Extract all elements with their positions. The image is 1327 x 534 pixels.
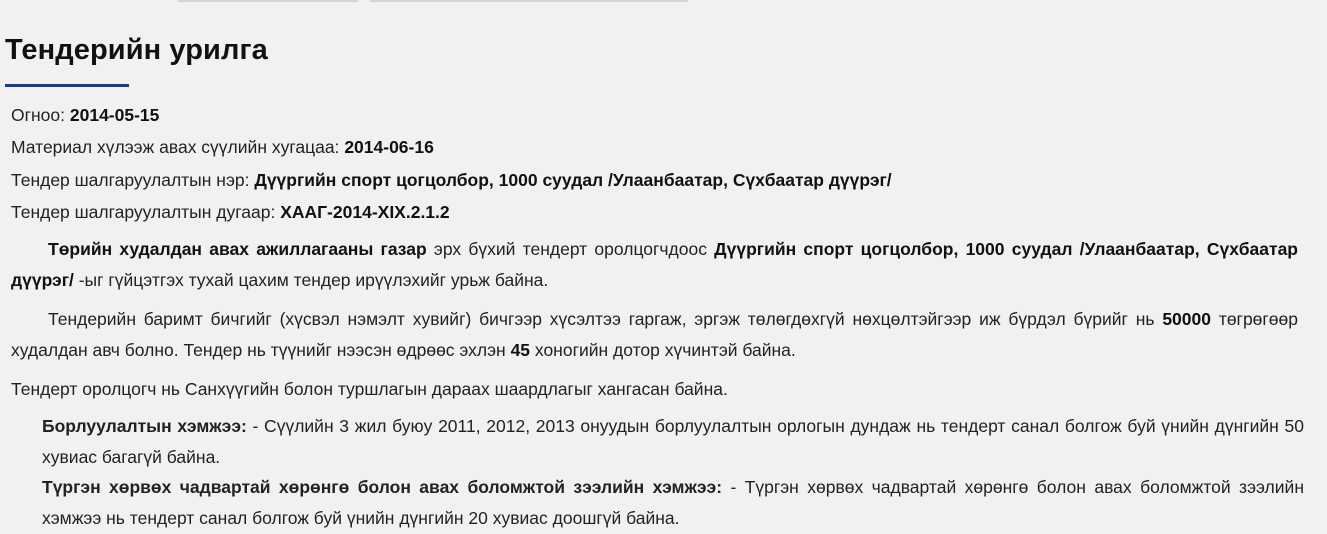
page-title: Тендерийн урилга xyxy=(5,34,268,66)
invitation-paragraph: Төрийн худалдан авах ажиллагааны газар э… xyxy=(11,234,1298,296)
meta-tender-number-label: Тендер шалгаруулалтын дугаар: xyxy=(11,202,276,222)
invitation-text: эрх бүхий тендерт оролцогчдоос xyxy=(426,239,715,259)
invitation-text-end: -ыг гүйцэтгэх тухай цахим тендер ирүүлэх… xyxy=(73,270,549,290)
validity-text-end: хоногийн дотор хүчинтэй байна. xyxy=(530,340,796,360)
meta-tender-number-value: ХААГ-2014-XIX.2.1.2 xyxy=(280,202,450,222)
requirement-item: Түргэн хөрвөх чадвартай хөрөнгө болон ав… xyxy=(42,472,1304,534)
top-nav-tab[interactable] xyxy=(178,0,358,2)
top-nav-tab[interactable] xyxy=(370,0,688,2)
meta-date-label: Огноо: xyxy=(11,105,65,125)
requirement-label: Түргэн хөрвөх чадвартай хөрөнгө болон ав… xyxy=(42,477,723,497)
meta-deadline: Материал хүлээж авах сүүлийн хугацаа: 20… xyxy=(11,136,434,158)
meta-deadline-label: Материал хүлээж авах сүүлийн хугацаа: xyxy=(11,137,340,157)
meta-tender-name-value: Дүүргийн спорт цогцолбор, 1000 суудал /У… xyxy=(254,170,892,190)
meta-tender-name-label: Тендер шалгаруулалтын нэр: xyxy=(11,170,250,190)
title-underline xyxy=(5,84,129,87)
fee-amount: 50000 xyxy=(1162,309,1211,329)
requirement-label: Борлуулалтын хэмжээ: xyxy=(42,416,247,436)
requirement-item: Борлуулалтын хэмжээ: - Сүүлийн 3 жил бую… xyxy=(42,411,1304,473)
fee-text: Тендерийн баримт бичгийг (хүсвэл нэмэлт … xyxy=(48,309,1163,329)
validity-days: 45 xyxy=(510,340,531,360)
meta-tender-name: Тендер шалгаруулалтын нэр: Дүүргийн спор… xyxy=(11,169,892,191)
top-nav-strip xyxy=(0,0,1327,2)
meta-tender-number: Тендер шалгаруулалтын дугаар: ХААГ-2014-… xyxy=(11,201,450,223)
organization-name: Төрийн худалдан авах ажиллагааны газар xyxy=(48,239,427,259)
meta-date: Огноо: 2014-05-15 xyxy=(11,104,159,126)
requirements-intro: Тендерт оролцогч нь Санхүүгийн болон тур… xyxy=(11,379,728,399)
meta-deadline-value: 2014-06-16 xyxy=(344,137,434,157)
document-fee-paragraph: Тендерийн баримт бичгийг (хүсвэл нэмэлт … xyxy=(11,304,1298,366)
meta-date-value: 2014-05-15 xyxy=(69,105,160,125)
